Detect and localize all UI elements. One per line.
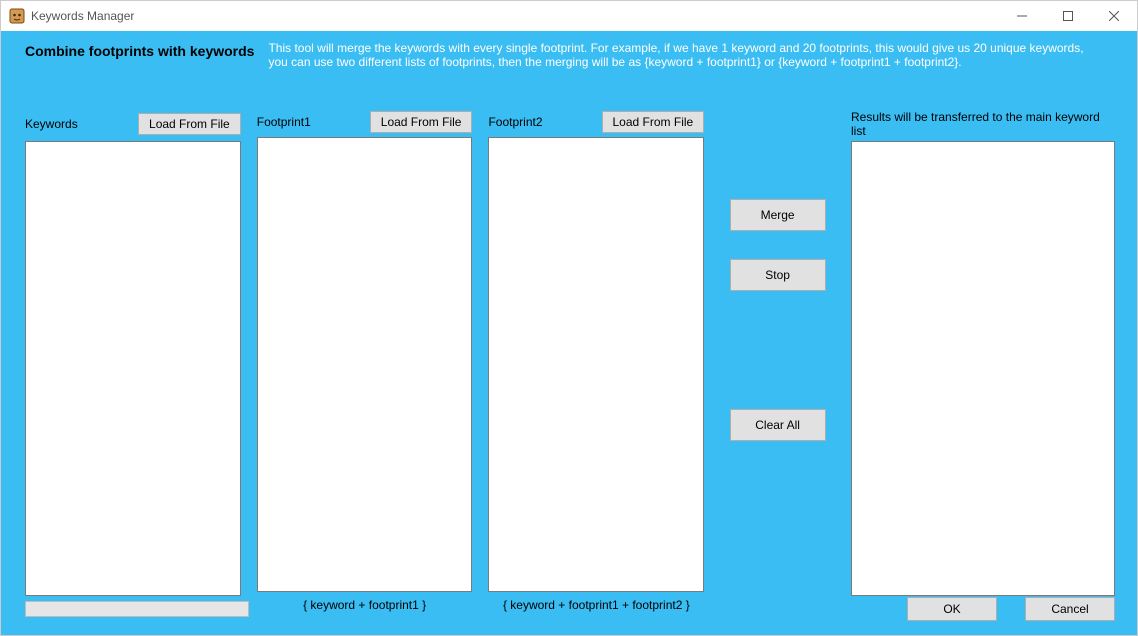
app-icon (9, 8, 25, 24)
titlebar: Keywords Manager (1, 1, 1137, 31)
footprint1-column: Footprint1 Load From File { keyword + fo… (257, 111, 473, 611)
footprint2-load-button[interactable]: Load From File (602, 111, 705, 133)
footprint1-input[interactable] (257, 137, 473, 592)
footprint1-load-button[interactable]: Load From File (370, 111, 473, 133)
actions-column: Merge Stop Clear All (720, 111, 835, 611)
merge-button[interactable]: Merge (730, 199, 826, 231)
minimize-button[interactable] (999, 1, 1045, 31)
keywords-load-button[interactable]: Load From File (138, 113, 241, 135)
columns: Keywords Load From File Footprint1 Load … (25, 111, 1115, 611)
maximize-button[interactable] (1045, 1, 1091, 31)
header: Combine footprints with keywords This to… (1, 31, 1137, 75)
keywords-label: Keywords (25, 117, 78, 131)
footprint2-input[interactable] (488, 137, 704, 592)
ok-button[interactable]: OK (907, 597, 997, 621)
clear-all-button[interactable]: Clear All (730, 409, 826, 441)
results-output (851, 141, 1115, 596)
footprint2-column: Footprint2 Load From File { keyword + fo… (488, 111, 704, 611)
window-title: Keywords Manager (31, 9, 134, 23)
app-window: Keywords Manager Combine footprints with… (0, 0, 1138, 636)
footprint1-label: Footprint1 (257, 115, 311, 129)
keywords-column: Keywords Load From File (25, 111, 241, 611)
stop-button[interactable]: Stop (730, 259, 826, 291)
client-area: Combine footprints with keywords This to… (1, 31, 1137, 635)
keywords-input[interactable] (25, 141, 241, 596)
cancel-button[interactable]: Cancel (1025, 597, 1115, 621)
close-button[interactable] (1091, 1, 1137, 31)
page-title: Combine footprints with keywords (25, 43, 254, 59)
bottom-bar: OK Cancel (25, 597, 1115, 621)
page-description: This tool will merge the keywords with e… (268, 41, 1088, 69)
footprint2-label: Footprint2 (488, 115, 542, 129)
results-column: Results will be transferred to the main … (851, 111, 1115, 611)
progress-bar (25, 601, 249, 617)
results-label: Results will be transferred to the main … (851, 111, 1115, 137)
